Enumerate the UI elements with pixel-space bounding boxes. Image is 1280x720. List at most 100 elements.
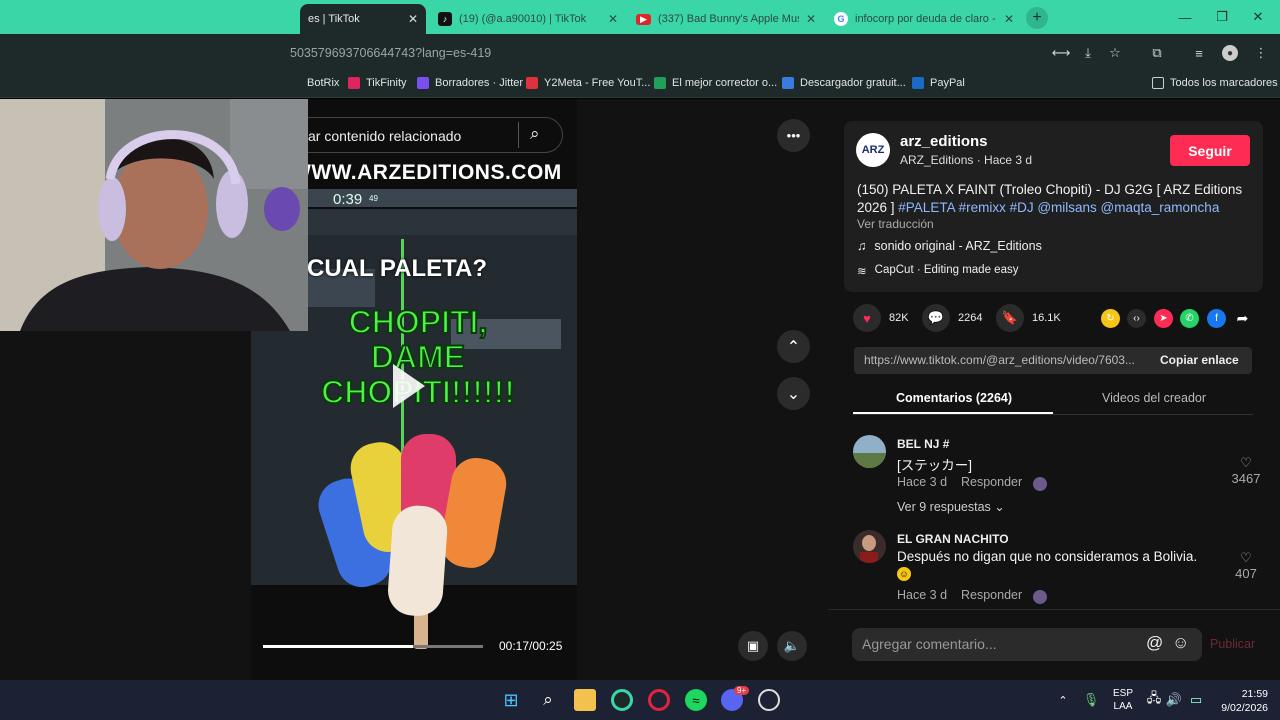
sound-link[interactable]: ♫ sonido original - ARZ_Editions — [857, 239, 1042, 253]
extensions-icon[interactable]: ⧉ — [1148, 44, 1166, 62]
comment-count: 2264 — [958, 312, 983, 324]
commenter-name[interactable]: EL GRAN NACHITO — [897, 532, 1009, 546]
capcut-label: CapCut · Editing made easy — [874, 264, 1019, 276]
volume-icon[interactable]: 🔈 — [777, 631, 807, 661]
caption-line: CHOPITI, — [348, 304, 489, 341]
bookmark-corrector[interactable]: El mejor corrector o... — [654, 77, 777, 89]
comment-composer[interactable]: Agregar comentario... @ ☺ — [852, 628, 1202, 661]
author-username[interactable]: arz_editions — [900, 133, 988, 150]
comment-like[interactable]: ♡ 3467 — [1231, 455, 1261, 486]
new-tab-button[interactable]: + — [1026, 7, 1048, 29]
bookmark-tikfinity[interactable]: TikFinity — [348, 77, 407, 89]
translate-link[interactable]: Ver traducción — [857, 217, 934, 231]
commenter-avatar[interactable] — [853, 530, 886, 563]
window-close-icon[interactable]: ✕ — [1238, 6, 1278, 28]
tab-youtube[interactable]: ▶ (337) Bad Bunny's Apple Music ✕ — [628, 4, 824, 34]
opera-icon[interactable] — [648, 689, 670, 711]
share-icon[interactable]: ➦ — [1233, 309, 1252, 328]
commenter-name[interactable]: BEL NJ # — [897, 437, 949, 451]
embed-icon[interactable]: ‹› — [1127, 309, 1146, 328]
profile-avatar-icon[interactable]: ● — [1222, 45, 1238, 61]
comment-like-count: 3467 — [1231, 471, 1261, 486]
tray-overflow-icon[interactable]: ⌃ — [1052, 689, 1074, 711]
capcut-link[interactable]: ≋ CapCut · Editing made easy — [857, 264, 1018, 278]
next-video-button[interactable]: ⌄ — [777, 377, 810, 410]
windows-start-icon[interactable]: ⊞ — [500, 689, 522, 711]
commenter-avatar[interactable] — [853, 435, 886, 468]
share-link-url[interactable]: https://www.tiktok.com/@arz_editions/vid… — [864, 353, 1146, 367]
progress-track[interactable] — [263, 645, 483, 648]
send-icon[interactable]: ➤ — [1154, 309, 1173, 328]
whatsapp-icon[interactable]: ✆ — [1180, 309, 1199, 328]
copy-link-button[interactable]: Copiar enlace — [1160, 353, 1239, 367]
restore-icon[interactable]: ❐ — [1202, 6, 1242, 28]
mention-icon[interactable]: @ — [1146, 633, 1163, 653]
url-text[interactable]: 503579693706644743?lang=es-419 — [290, 46, 491, 60]
chrome-icon[interactable] — [611, 689, 633, 711]
facebook-icon[interactable]: f — [1207, 309, 1226, 328]
comment-item: EL GRAN NACHITO Después no digan que no … — [853, 530, 1257, 610]
close-tab-icon[interactable]: ✕ — [408, 12, 418, 26]
tab-creator-videos[interactable]: Videos del creador — [1102, 391, 1206, 405]
tab-divider — [853, 414, 1253, 415]
comment-like[interactable]: ♡ 407 — [1231, 550, 1261, 581]
bookmark-descargador[interactable]: Descargador gratuit... — [782, 77, 906, 89]
clock[interactable]: 21:59 9/02/2026 — [1212, 687, 1268, 715]
follow-button[interactable]: Seguir — [1170, 135, 1250, 166]
tab-google[interactable]: G infocorp por deuda de claro - G ✕ — [826, 4, 1022, 34]
close-tab-icon[interactable]: ✕ — [806, 12, 816, 26]
bookmark-jitter[interactable]: Borradores · Jitter — [417, 77, 523, 89]
tab-strip: es | TikTok ✕ ♪ (19) (@a.a90010) | TikTo… — [0, 0, 1280, 34]
windows-taskbar: ⊞ ⌕ ≈ 9+ ⌃ 🎙 ESP LAA 🖧 🔊 ▭ 21:59 9/02/20… — [0, 680, 1280, 720]
post-button[interactable]: Publicar — [1210, 637, 1255, 651]
search-input[interactable]: ar contenido relacionado — [308, 128, 461, 144]
close-tab-icon[interactable]: ✕ — [608, 12, 618, 26]
heart-icon: ♥ — [853, 304, 881, 332]
play-icon[interactable] — [393, 364, 425, 408]
battery-icon[interactable]: ▭ — [1185, 689, 1207, 711]
reply-button[interactable]: Responder — [961, 475, 1022, 489]
bookmark-star-icon[interactable]: ☆ — [1106, 44, 1124, 62]
tab-comments[interactable]: Comentarios (2264) — [896, 391, 1012, 405]
tab-tiktok-active[interactable]: es | TikTok ✕ — [300, 4, 426, 34]
more-options-icon[interactable]: ••• — [777, 119, 810, 152]
search-icon[interactable]: ⌕ — [530, 124, 540, 144]
tab-tiktok-2[interactable]: ♪ (19) (@a.a90010) | TikTok ✕ — [430, 4, 626, 34]
reply-button[interactable]: Responder — [961, 588, 1022, 602]
comment-input[interactable]: Agregar comentario... — [862, 636, 997, 652]
install-app-icon[interactable]: ⤓ — [1079, 44, 1097, 62]
minimize-icon[interactable]: — — [1165, 6, 1205, 28]
emoji-picker-icon[interactable]: ☺ — [1172, 633, 1189, 653]
previous-video-button[interactable]: ⌃ — [777, 330, 810, 363]
hashtag-links[interactable]: #PALETA #remixx #DJ @milsans @maqta_ramo… — [898, 200, 1219, 215]
daw-timer-small: 49 — [369, 194, 378, 203]
bookmark-botrix[interactable]: BotRix — [307, 77, 339, 89]
app-icon[interactable] — [758, 689, 780, 711]
comment-action[interactable]: 💬 2264 — [922, 304, 982, 332]
share-link-box: https://www.tiktok.com/@arz_editions/vid… — [854, 347, 1252, 374]
capcut-icon: ≋ — [857, 266, 867, 278]
spotify-icon[interactable]: ≈ — [685, 689, 707, 711]
file-explorer-icon[interactable] — [574, 689, 596, 711]
save-action[interactable]: 🔖 16.1K — [996, 304, 1061, 332]
microphone-icon[interactable]: 🎙 — [1080, 689, 1102, 711]
network-icon[interactable]: 🖧 — [1143, 689, 1165, 711]
media-controls-icon[interactable]: ≡ — [1190, 44, 1208, 62]
author-avatar[interactable]: ARZ — [856, 133, 890, 167]
like-action[interactable]: ♥ 82K — [853, 304, 909, 332]
language-indicator[interactable]: ESP LAA — [1113, 687, 1133, 713]
all-bookmarks-button[interactable]: Todos los marcadores — [1152, 77, 1278, 89]
translate-icon[interactable]: ⟷ — [1052, 44, 1071, 62]
search-icon[interactable]: ⌕ — [537, 689, 559, 711]
browser-menu-icon[interactable]: ⋮ — [1252, 44, 1270, 62]
bookmark-y2meta[interactable]: Y2Meta - Free YouT... — [526, 77, 650, 89]
comment-time: Hace 3 d — [897, 475, 948, 489]
search-divider — [518, 122, 519, 148]
miniplayer-icon[interactable]: ▣ — [738, 631, 768, 661]
bookmark-paypal[interactable]: PayPal — [912, 77, 965, 89]
speaker-icon[interactable]: 🔊 — [1163, 689, 1185, 711]
jitter-icon — [417, 77, 429, 89]
repost-icon[interactable]: ↻ — [1101, 309, 1120, 328]
close-tab-icon[interactable]: ✕ — [1004, 12, 1014, 26]
view-replies-button[interactable]: Ver 9 respuestas ⌄ — [897, 499, 1005, 514]
